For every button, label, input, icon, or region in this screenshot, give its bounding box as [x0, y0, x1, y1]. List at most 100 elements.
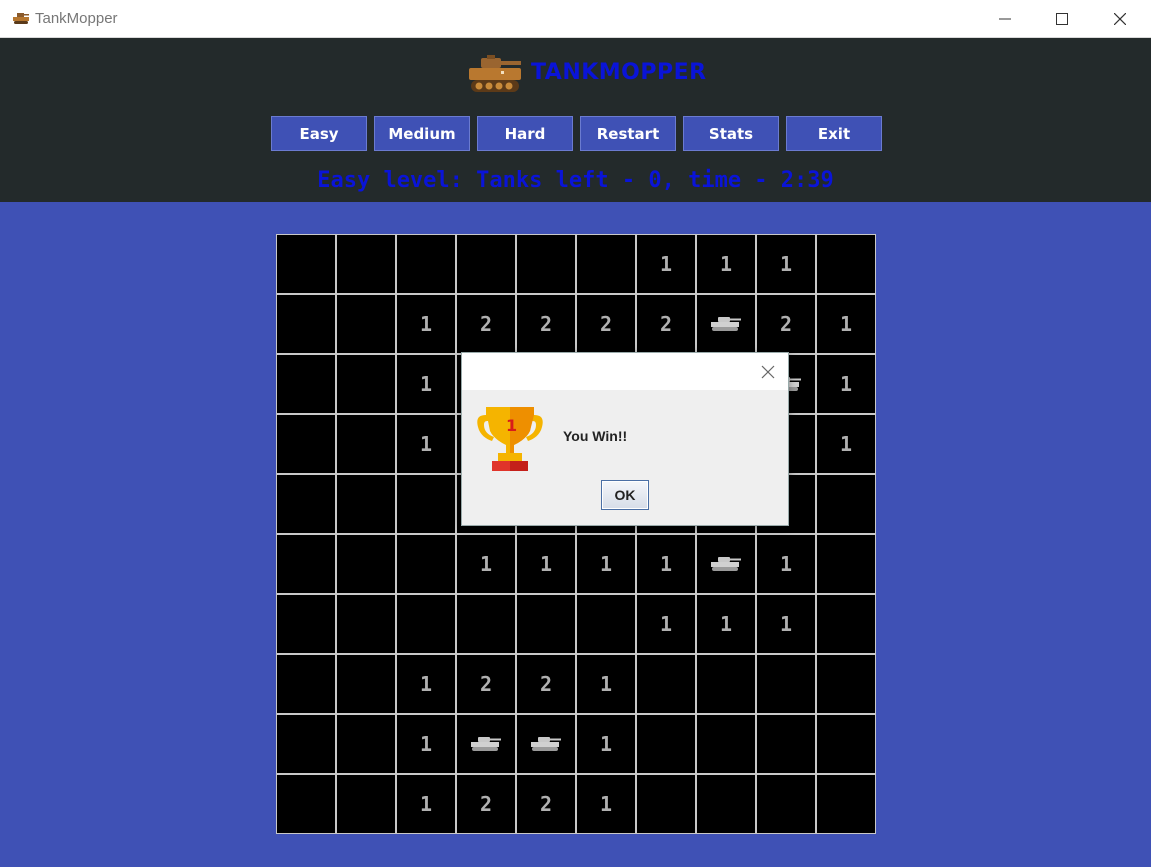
board-cell[interactable]: 1	[397, 415, 455, 473]
board-cell[interactable]: 2	[517, 655, 575, 713]
board-cell[interactable]	[697, 715, 755, 773]
board-cell[interactable]: 1	[817, 355, 875, 413]
board-cell[interactable]: 2	[637, 295, 695, 353]
board-cell[interactable]	[817, 655, 875, 713]
board-cell[interactable]: 2	[577, 295, 635, 353]
window-title: TankMopper	[35, 10, 118, 27]
board-cell[interactable]	[277, 355, 335, 413]
board-cell[interactable]: 1	[577, 655, 635, 713]
exit-button[interactable]: Exit	[786, 116, 882, 151]
stats-button[interactable]: Stats	[683, 116, 779, 151]
board-cell[interactable]: 1	[817, 295, 875, 353]
board-cell[interactable]: 2	[457, 295, 515, 353]
board-cell[interactable]	[817, 595, 875, 653]
board-cell[interactable]: 1	[757, 235, 815, 293]
board-cell[interactable]: 2	[757, 295, 815, 353]
board-cell[interactable]	[697, 775, 755, 833]
board-cell[interactable]: 1	[397, 775, 455, 833]
ok-button[interactable]: OK	[601, 480, 649, 510]
board-cell[interactable]	[397, 595, 455, 653]
board-cell[interactable]: 1	[577, 715, 635, 773]
board-cell[interactable]	[517, 595, 575, 653]
board-cell[interactable]	[517, 715, 575, 773]
board-cell[interactable]	[277, 535, 335, 593]
minimize-button[interactable]	[976, 0, 1034, 38]
board-cell[interactable]	[337, 235, 395, 293]
restart-button[interactable]: Restart	[580, 116, 676, 151]
board-cell[interactable]: 2	[517, 775, 575, 833]
board-cell[interactable]	[277, 715, 335, 773]
board-cell[interactable]	[277, 235, 335, 293]
board-cell[interactable]	[277, 775, 335, 833]
board-cell[interactable]	[277, 295, 335, 353]
tank-icon	[531, 737, 561, 751]
board-cell[interactable]: 1	[397, 295, 455, 353]
medium-button[interactable]: Medium	[374, 116, 470, 151]
cell-number: 1	[599, 792, 613, 816]
board-cell[interactable]	[277, 415, 335, 473]
board-cell[interactable]: 1	[637, 235, 695, 293]
board-cell[interactable]	[337, 535, 395, 593]
board-cell[interactable]	[277, 475, 335, 533]
board-cell[interactable]: 2	[457, 655, 515, 713]
board-cell[interactable]: 1	[577, 775, 635, 833]
board-cell[interactable]: 1	[637, 595, 695, 653]
board-cell[interactable]: 1	[577, 535, 635, 593]
board-cell[interactable]	[337, 595, 395, 653]
board-cell[interactable]	[397, 475, 455, 533]
hard-button[interactable]: Hard	[477, 116, 573, 151]
board-cell[interactable]	[457, 715, 515, 773]
board-cell[interactable]	[817, 535, 875, 593]
board-cell[interactable]	[757, 775, 815, 833]
board-cell[interactable]	[337, 655, 395, 713]
board-cell[interactable]	[277, 655, 335, 713]
board-cell[interactable]	[637, 775, 695, 833]
board-cell[interactable]	[277, 595, 335, 653]
board-cell[interactable]: 2	[457, 775, 515, 833]
board-cell[interactable]: 1	[757, 595, 815, 653]
board-cell[interactable]	[817, 235, 875, 293]
board-cell[interactable]	[397, 235, 455, 293]
board-cell[interactable]	[757, 715, 815, 773]
board-cell[interactable]	[637, 655, 695, 713]
board-cell[interactable]	[457, 595, 515, 653]
board-cell[interactable]	[817, 775, 875, 833]
board-cell[interactable]: 2	[517, 295, 575, 353]
board-cell[interactable]: 1	[397, 355, 455, 413]
cell-number: 1	[479, 552, 493, 576]
cell-number: 2	[539, 672, 553, 696]
dialog-close-icon[interactable]	[760, 364, 776, 380]
board-cell[interactable]: 1	[817, 415, 875, 473]
board-cell[interactable]: 1	[517, 535, 575, 593]
board-cell[interactable]: 1	[697, 235, 755, 293]
board-cell[interactable]: 1	[637, 535, 695, 593]
board-cell[interactable]	[337, 295, 395, 353]
board-cell[interactable]	[337, 775, 395, 833]
easy-button[interactable]: Easy	[271, 116, 367, 151]
board-cell[interactable]: 1	[397, 715, 455, 773]
board-cell[interactable]	[697, 535, 755, 593]
board-cell[interactable]	[457, 235, 515, 293]
board-cell[interactable]	[337, 715, 395, 773]
board-cell[interactable]: 1	[397, 655, 455, 713]
board-cell[interactable]	[817, 715, 875, 773]
cell-number: 1	[419, 312, 433, 336]
board-cell[interactable]	[817, 475, 875, 533]
maximize-button[interactable]	[1033, 0, 1091, 38]
board-cell[interactable]: 1	[457, 535, 515, 593]
board-cell[interactable]	[337, 355, 395, 413]
cell-number: 1	[659, 552, 673, 576]
board-cell[interactable]	[517, 235, 575, 293]
board-cell[interactable]	[757, 655, 815, 713]
board-cell[interactable]: 1	[757, 535, 815, 593]
board-cell[interactable]	[397, 535, 455, 593]
board-cell[interactable]: 1	[697, 595, 755, 653]
board-cell[interactable]	[637, 715, 695, 773]
close-button[interactable]	[1091, 0, 1149, 38]
board-cell[interactable]	[577, 595, 635, 653]
board-cell[interactable]	[577, 235, 635, 293]
board-cell[interactable]	[337, 415, 395, 473]
board-cell[interactable]	[337, 475, 395, 533]
board-cell[interactable]	[697, 295, 755, 353]
board-cell[interactable]	[697, 655, 755, 713]
